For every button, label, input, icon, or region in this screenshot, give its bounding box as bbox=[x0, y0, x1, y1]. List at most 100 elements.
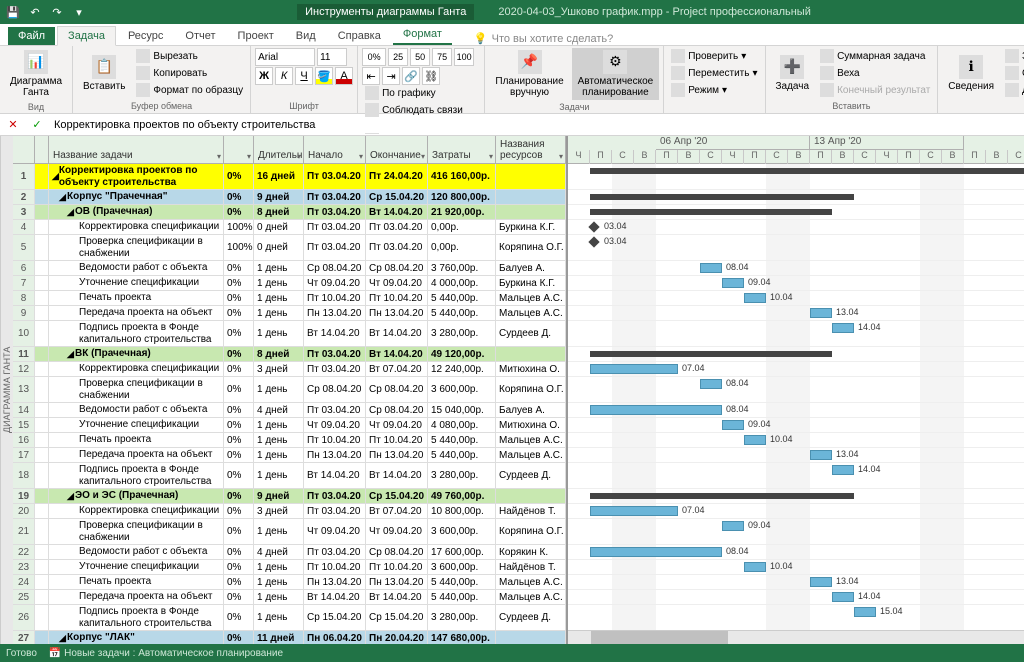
underline-button[interactable]: Ч bbox=[295, 67, 313, 85]
gantt-row[interactable]: 15.04 bbox=[568, 605, 1024, 631]
pct-100-button[interactable]: 100 bbox=[454, 48, 474, 66]
gantt-row[interactable] bbox=[568, 205, 1024, 220]
gantt-row[interactable]: 13.04 bbox=[568, 306, 1024, 321]
qat-dropdown-icon[interactable]: ▾ bbox=[70, 3, 88, 21]
table-row[interactable]: 13Проверка спецификации в снабжении0%1 д… bbox=[13, 377, 566, 403]
table-row[interactable]: 27◢Корпус "ЛАК"0%11 днейПн 06.04.20Пн 20… bbox=[13, 631, 566, 644]
table-row[interactable]: 21Проверка спецификации в снабжении0%1 д… bbox=[13, 519, 566, 545]
col-cost[interactable]: Затраты▾ bbox=[428, 136, 496, 163]
table-row[interactable]: 11◢ВК (Прачечная)0%8 днейПт 03.04.20Вт 1… bbox=[13, 347, 566, 362]
details-button[interactable]: Сведения bbox=[1002, 65, 1024, 81]
table-row[interactable]: 22Ведомости работ с объекта0%4 днейПт 03… bbox=[13, 545, 566, 560]
table-row[interactable]: 16Печать проекта0%1 деньПт 10.04.20Пт 10… bbox=[13, 433, 566, 448]
table-row[interactable]: 14Ведомости работ с объекта0%4 днейПт 03… bbox=[13, 403, 566, 418]
table-row[interactable]: 5Проверка спецификации в снабжении100%0 … bbox=[13, 235, 566, 261]
gantt-row[interactable]: 08.04 bbox=[568, 261, 1024, 276]
redo-icon[interactable]: ↷ bbox=[48, 3, 66, 21]
milestone-button[interactable]: Веха bbox=[817, 65, 933, 81]
gantt-row[interactable]: 08.04 bbox=[568, 403, 1024, 418]
pct-0-button[interactable]: 0% bbox=[362, 48, 386, 66]
info-button[interactable]: ℹ Сведения bbox=[942, 53, 1000, 94]
auto-schedule-button[interactable]: ⚙ Автоматическое планирование bbox=[572, 48, 660, 100]
gantt-row[interactable]: 03.04 bbox=[568, 220, 1024, 235]
cancel-edit-icon[interactable]: ✕ bbox=[4, 116, 22, 134]
gantt-row[interactable]: 08.04 bbox=[568, 545, 1024, 560]
tab-view[interactable]: Вид bbox=[286, 27, 326, 45]
chevron-down-icon[interactable]: ▾ bbox=[217, 152, 221, 161]
gantt-chart-button[interactable]: 📊 Диаграмма Ганта bbox=[4, 48, 68, 100]
table-row[interactable]: 23Уточнение спецификации0%1 деньПт 10.04… bbox=[13, 560, 566, 575]
table-row[interactable]: 2◢Корпус "Прачечная"0%9 днейПт 03.04.20С… bbox=[13, 190, 566, 205]
gantt-row[interactable]: 09.04 bbox=[568, 418, 1024, 433]
gantt-row[interactable] bbox=[568, 489, 1024, 504]
on-track-button[interactable]: По графику bbox=[362, 85, 480, 101]
tell-me-search[interactable]: 💡 Что вы хотите сделать? bbox=[474, 32, 613, 45]
copy-button[interactable]: Копировать bbox=[133, 65, 246, 81]
table-row[interactable]: 17Передача проекта на объект0%1 деньПн 1… bbox=[13, 448, 566, 463]
gantt-horizontal-scrollbar[interactable] bbox=[568, 630, 1024, 644]
add-timeline-button[interactable]: Добавить на временную шкалу bbox=[1002, 82, 1024, 98]
formula-input[interactable] bbox=[52, 117, 1020, 133]
summary-button[interactable]: Суммарная задача bbox=[817, 48, 933, 64]
gantt-row[interactable]: 09.04 bbox=[568, 276, 1024, 291]
fill-color-button[interactable]: 🪣 bbox=[315, 67, 333, 85]
inspect-button[interactable]: Проверить ▾ bbox=[668, 48, 760, 64]
gantt-row[interactable]: 09.04 bbox=[568, 519, 1024, 545]
pct-75-button[interactable]: 75 bbox=[432, 48, 452, 66]
outdent-button[interactable]: ⇤ bbox=[362, 67, 380, 85]
table-row[interactable]: 18Подпись проекта в Фонде капитального с… bbox=[13, 463, 566, 489]
save-icon[interactable]: 💾 bbox=[4, 3, 22, 21]
font-color-button[interactable]: A bbox=[335, 67, 353, 85]
bold-button[interactable]: Ж bbox=[255, 67, 273, 85]
table-row[interactable]: 20Корректировка спецификации0%3 днейПт 0… bbox=[13, 504, 566, 519]
italic-button[interactable]: К bbox=[275, 67, 293, 85]
font-size-select[interactable] bbox=[317, 48, 347, 66]
gantt-row[interactable]: 14.04 bbox=[568, 321, 1024, 347]
col-start[interactable]: Начало▾ bbox=[304, 136, 366, 163]
gantt-row[interactable] bbox=[568, 347, 1024, 362]
move-button[interactable]: Переместить ▾ bbox=[668, 65, 760, 81]
gantt-row[interactable] bbox=[568, 190, 1024, 205]
gantt-row[interactable]: 03.04 bbox=[568, 235, 1024, 261]
col-rownum[interactable] bbox=[13, 136, 35, 163]
table-row[interactable]: 10Подпись проекта в Фонде капитального с… bbox=[13, 321, 566, 347]
table-row[interactable]: 7Уточнение спецификации0%1 деньЧт 09.04.… bbox=[13, 276, 566, 291]
manual-schedule-button[interactable]: 📌 Планирование вручную bbox=[489, 48, 569, 100]
font-name-select[interactable] bbox=[255, 48, 315, 66]
table-row[interactable]: 25Передача проекта на объект0%1 деньВт 1… bbox=[13, 590, 566, 605]
mode-button[interactable]: Режим ▾ bbox=[668, 82, 760, 98]
gantt-row[interactable] bbox=[568, 164, 1024, 190]
gantt-row[interactable]: 13.04 bbox=[568, 448, 1024, 463]
paste-button[interactable]: 📋 Вставить bbox=[77, 53, 131, 94]
tab-report[interactable]: Отчет bbox=[175, 27, 225, 45]
table-row[interactable]: 26Подпись проекта в Фонде капитального с… bbox=[13, 605, 566, 631]
gantt-row[interactable]: 08.04 bbox=[568, 377, 1024, 403]
table-row[interactable]: 4Корректировка спецификации100%0 днейПт … bbox=[13, 220, 566, 235]
table-row[interactable]: 1◢Корректировка проектов по объекту стро… bbox=[13, 164, 566, 190]
col-task-name[interactable]: Название задачи▾ bbox=[49, 136, 224, 163]
tab-file[interactable]: Файл bbox=[8, 27, 55, 45]
gantt-row[interactable]: 10.04 bbox=[568, 291, 1024, 306]
tab-task[interactable]: Задача bbox=[57, 26, 116, 46]
gantt-row[interactable]: 07.04 bbox=[568, 504, 1024, 519]
link-button[interactable]: 🔗 bbox=[402, 67, 420, 85]
col-resources[interactable]: Названия ресурсов▾ bbox=[496, 136, 566, 163]
confirm-edit-icon[interactable]: ✓ bbox=[28, 116, 46, 134]
format-painter-button[interactable]: Формат по образцу bbox=[133, 82, 246, 98]
table-row[interactable]: 12Корректировка спецификации0%3 днейПт 0… bbox=[13, 362, 566, 377]
col-duration[interactable]: Длительн▾ bbox=[254, 136, 304, 163]
pct-50-button[interactable]: 50 bbox=[410, 48, 430, 66]
table-row[interactable]: 15Уточнение спецификации0%1 деньЧт 09.04… bbox=[13, 418, 566, 433]
col-indicators[interactable] bbox=[35, 136, 49, 163]
pct-25-button[interactable]: 25 bbox=[388, 48, 408, 66]
notes-button[interactable]: Заметки задачи bbox=[1002, 48, 1024, 64]
task-insert-button[interactable]: ➕ Задача bbox=[770, 53, 816, 94]
gantt-row[interactable]: 14.04 bbox=[568, 590, 1024, 605]
table-row[interactable]: 24Печать проекта0%1 деньПн 13.04.20Пн 13… bbox=[13, 575, 566, 590]
gantt-row[interactable]: 13.04 bbox=[568, 575, 1024, 590]
tab-project[interactable]: Проект bbox=[228, 27, 284, 45]
tab-format[interactable]: Формат bbox=[393, 25, 452, 45]
col-end[interactable]: Окончание▾ bbox=[366, 136, 428, 163]
col-pct[interactable]: ▾ bbox=[224, 136, 254, 163]
gantt-row[interactable]: 10.04 bbox=[568, 433, 1024, 448]
